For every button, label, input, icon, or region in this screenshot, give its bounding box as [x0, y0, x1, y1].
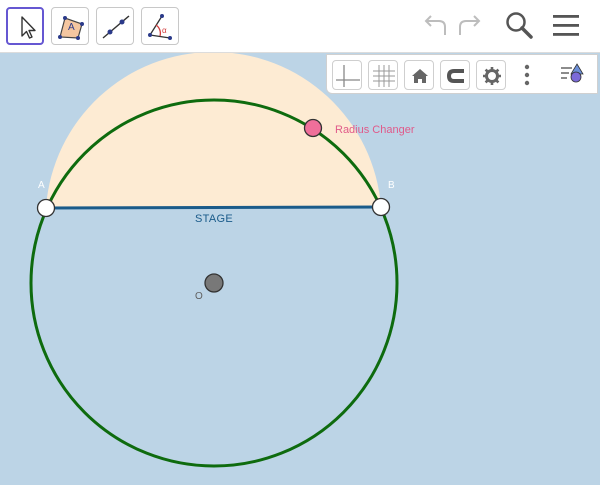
point-a-label: A	[38, 180, 45, 191]
redo-icon	[459, 15, 481, 35]
toggle-style-bar-button[interactable]	[559, 60, 589, 90]
radius-changer-point[interactable]	[303, 118, 323, 138]
move-tool-button[interactable]	[6, 7, 44, 45]
undo-button[interactable]	[420, 9, 450, 48]
construction-drawing	[29, 53, 399, 468]
more-options-button[interactable]	[512, 60, 542, 90]
line-tool-button[interactable]	[96, 7, 134, 45]
redo-button[interactable]	[455, 9, 485, 48]
grid-icon	[373, 65, 395, 87]
magnet-icon	[447, 69, 464, 83]
radius-changer-label: Radius Changer	[335, 124, 415, 136]
angle-tool-button[interactable]: α	[141, 7, 179, 45]
graphics-settings-button[interactable]	[476, 60, 506, 90]
graphics-style-bar	[326, 54, 598, 94]
cursor-arrow-icon	[21, 16, 36, 39]
menu-icon	[553, 15, 579, 36]
polygon-icon: A	[58, 16, 84, 40]
toggle-grid-button[interactable]	[368, 60, 398, 90]
point-a[interactable]	[36, 198, 56, 218]
search-button[interactable]	[503, 9, 535, 48]
angle-icon-glyph: α	[162, 26, 167, 35]
main-menu-button[interactable]	[551, 9, 581, 48]
standard-view-button[interactable]	[404, 60, 434, 90]
polygon-tool-button[interactable]: A	[51, 7, 89, 45]
point-b[interactable]	[371, 197, 391, 217]
center-label: O	[195, 291, 203, 302]
settings-icon	[483, 67, 501, 85]
angle-icon: α	[148, 14, 172, 40]
point-b-label: B	[388, 180, 395, 191]
stage-label: STAGE	[195, 213, 233, 225]
search-icon	[506, 12, 533, 39]
stage-segment[interactable]	[45, 205, 382, 210]
undo-icon	[424, 15, 446, 35]
graphics-view[interactable]: A B O STAGE Radius Changer	[0, 53, 600, 485]
point-capturing-button[interactable]	[440, 60, 470, 90]
polygon-icon-glyph: A	[68, 22, 75, 33]
top-toolbar: A α	[0, 0, 600, 53]
center-point[interactable]	[204, 273, 224, 293]
algebra-view-icon	[561, 63, 584, 83]
more-vertical-icon	[524, 64, 530, 86]
home-icon	[412, 69, 428, 83]
toggle-axes-button[interactable]	[332, 60, 362, 90]
axes-icon	[336, 65, 360, 87]
line-through-points-icon	[102, 15, 130, 39]
